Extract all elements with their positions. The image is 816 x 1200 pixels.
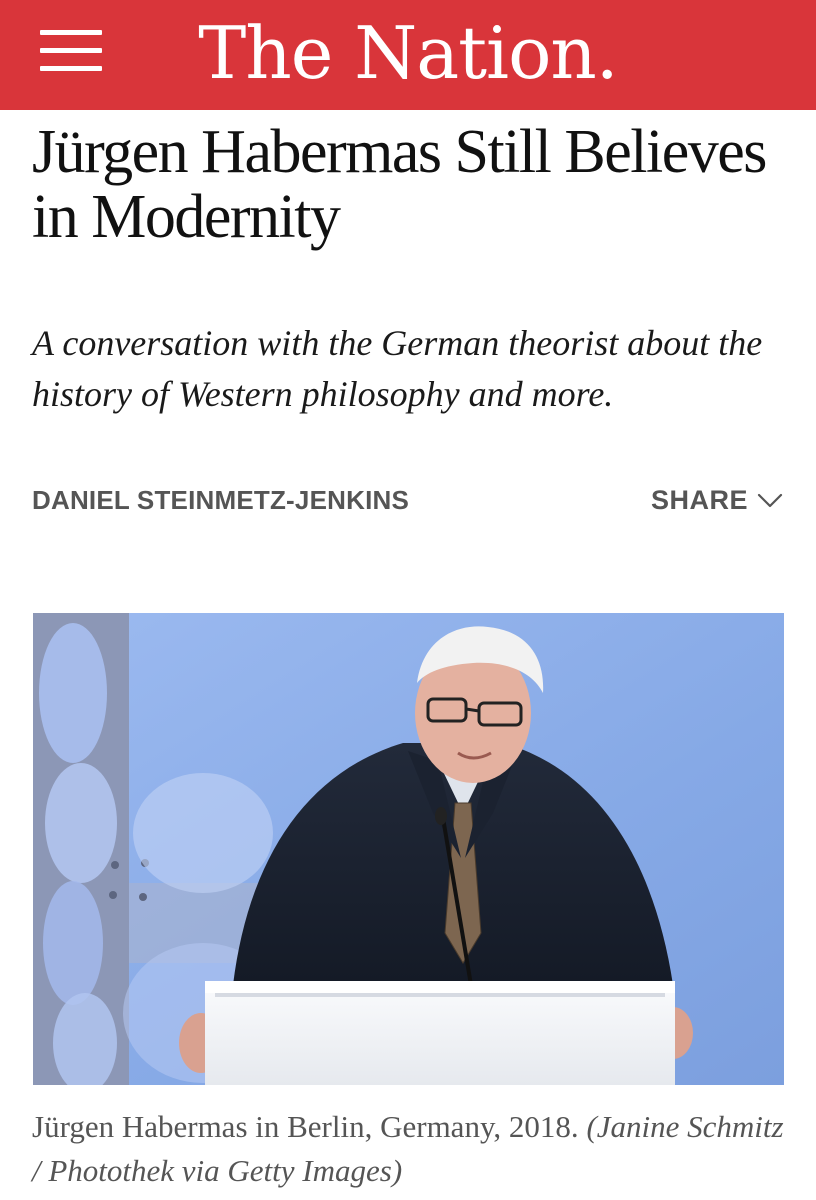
speaker-at-podium-image <box>33 613 784 1085</box>
site-logo[interactable]: The Nation. <box>0 8 816 98</box>
chevron-down-icon <box>757 493 783 508</box>
byline-row: DANIEL STEINMETZ-JENKINS SHARE <box>32 478 784 522</box>
author-link[interactable]: DANIEL STEINMETZ-JENKINS <box>32 484 409 516</box>
site-header: The Nation. <box>0 0 816 110</box>
image-caption: Jürgen Habermas in Berlin, Germany, 2018… <box>32 1105 792 1193</box>
article-photo <box>33 613 784 1085</box>
share-button[interactable]: SHARE <box>651 484 784 516</box>
caption-text: Jürgen Habermas in Berlin, Germany, 2018… <box>32 1109 579 1144</box>
article-headline: Jürgen Habermas Still Believes in Modern… <box>32 118 767 251</box>
share-label: SHARE <box>650 485 748 515</box>
article-dek: A conversation with the German theorist … <box>32 323 763 414</box>
